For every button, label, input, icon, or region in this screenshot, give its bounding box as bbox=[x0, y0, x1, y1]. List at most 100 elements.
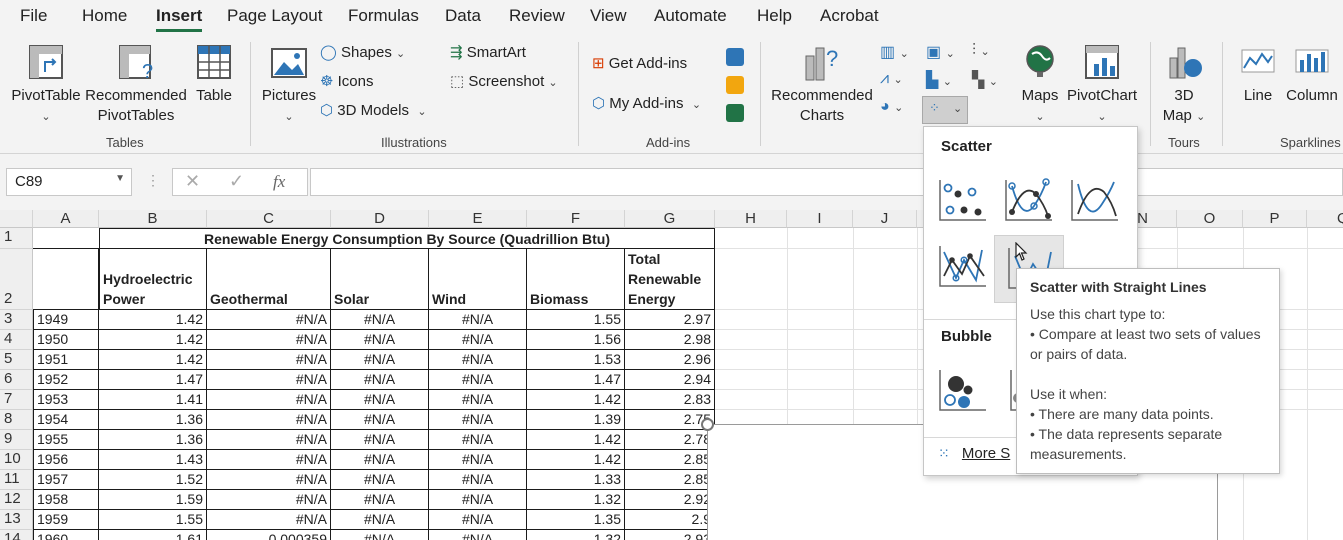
pivotchart-button[interactable]: PivotChart ⌄ bbox=[1066, 86, 1138, 127]
tab-file[interactable]: File bbox=[20, 6, 47, 26]
more-scatter-charts-link[interactable]: ⁙ More S bbox=[938, 445, 1010, 462]
cell-hydro[interactable]: 1.43 bbox=[99, 450, 207, 470]
resize-handle[interactable] bbox=[701, 418, 714, 431]
cell-total[interactable]: 2.92 bbox=[625, 490, 715, 510]
cell-geothermal[interactable]: #N/A bbox=[207, 450, 331, 470]
cell-biomass[interactable]: 1.42 bbox=[527, 450, 625, 470]
column-header[interactable]: A bbox=[33, 210, 99, 228]
scatter-option[interactable] bbox=[933, 169, 993, 229]
row-header[interactable]: 6 bbox=[0, 370, 33, 390]
cell-solar[interactable]: #N/A bbox=[331, 350, 429, 370]
tab-home[interactable]: Home bbox=[82, 6, 127, 26]
cell-total[interactable]: 2.9 bbox=[625, 510, 715, 530]
cancel-icon[interactable]: ✕ bbox=[185, 171, 200, 192]
cell-year[interactable]: 1959 bbox=[33, 510, 99, 530]
cell-wind[interactable]: #N/A bbox=[429, 450, 527, 470]
row-header[interactable]: 13 bbox=[0, 510, 33, 530]
cell-solar[interactable]: #N/A bbox=[331, 510, 429, 530]
cell-hydro[interactable]: 1.36 bbox=[99, 430, 207, 450]
table-button[interactable]: Table bbox=[192, 86, 236, 106]
cell-solar[interactable]: #N/A bbox=[331, 390, 429, 410]
cell-geothermal[interactable]: #N/A bbox=[207, 390, 331, 410]
confirm-icon[interactable]: ✓ bbox=[229, 171, 244, 192]
cell-year[interactable]: 1960 bbox=[33, 530, 99, 540]
cell-wind[interactable]: #N/A bbox=[429, 310, 527, 330]
cell-biomass[interactable]: 1.32 bbox=[527, 530, 625, 540]
cell-total[interactable]: 2.96 bbox=[625, 350, 715, 370]
scatter-smooth-markers-option[interactable] bbox=[999, 169, 1059, 229]
column-header[interactable]: O bbox=[1177, 210, 1243, 228]
cell-wind[interactable]: #N/A bbox=[429, 330, 527, 350]
cell-total[interactable]: 2.97 bbox=[625, 310, 715, 330]
header-wind[interactable]: Wind bbox=[429, 249, 527, 310]
row-header[interactable]: 2 bbox=[0, 249, 33, 310]
column-header[interactable]: G bbox=[625, 210, 715, 228]
cell-year[interactable]: 1952 bbox=[33, 370, 99, 390]
cell-total[interactable]: 2.78 bbox=[625, 430, 715, 450]
column-header[interactable]: C bbox=[207, 210, 331, 228]
cell-geothermal[interactable]: #N/A bbox=[207, 370, 331, 390]
cell-wind[interactable]: #N/A bbox=[429, 430, 527, 450]
column-header[interactable]: Q bbox=[1307, 210, 1343, 228]
scatter-smooth-lines-option[interactable] bbox=[1065, 169, 1125, 229]
cell-year[interactable]: 1958 bbox=[33, 490, 99, 510]
cell-biomass[interactable]: 1.39 bbox=[527, 410, 625, 430]
pie-chart-button[interactable]: ◕ ⌄ bbox=[880, 98, 903, 116]
formula-input[interactable] bbox=[310, 168, 1343, 196]
cell-solar[interactable]: #N/A bbox=[331, 370, 429, 390]
row-header[interactable]: 14 bbox=[0, 530, 33, 540]
3d-models-button[interactable]: ⬡ 3D Models ⌄ bbox=[320, 101, 427, 119]
select-all-corner[interactable] bbox=[0, 210, 33, 228]
get-addins-button[interactable]: ⊞ Get Add-ins bbox=[592, 54, 687, 72]
cell-wind[interactable]: #N/A bbox=[429, 490, 527, 510]
cell-hydro[interactable]: 1.55 bbox=[99, 510, 207, 530]
column-chart-button[interactable]: ▥ ⌄ bbox=[880, 42, 909, 62]
cell-wind[interactable]: #N/A bbox=[429, 510, 527, 530]
screenshot-button[interactable]: ⬚ Screenshot ⌄ bbox=[450, 72, 558, 90]
recommended-charts-button[interactable]: Recommended Charts bbox=[770, 86, 874, 126]
cell-wind[interactable]: #N/A bbox=[429, 350, 527, 370]
cell-geothermal[interactable]: #N/A bbox=[207, 470, 331, 490]
cell-hydro[interactable]: 1.42 bbox=[99, 330, 207, 350]
tab-insert[interactable]: Insert bbox=[156, 6, 203, 32]
row-header[interactable]: 4 bbox=[0, 330, 33, 350]
cell-year[interactable]: 1955 bbox=[33, 430, 99, 450]
line-chart-button[interactable]: ⩘ ⌄ bbox=[880, 70, 903, 88]
column-header[interactable]: F bbox=[527, 210, 625, 228]
cell-geothermal[interactable]: #N/A bbox=[207, 510, 331, 530]
combo-chart-button[interactable]: ▚ ⌄ bbox=[972, 70, 998, 90]
cell-geothermal[interactable]: #N/A bbox=[207, 310, 331, 330]
cell-a2[interactable] bbox=[33, 249, 99, 310]
header-total[interactable]: Total Renewable Energy bbox=[625, 249, 715, 310]
row-header[interactable]: 12 bbox=[0, 490, 33, 510]
row-header[interactable]: 5 bbox=[0, 350, 33, 370]
smartart-button[interactable]: ⇶ SmartArt bbox=[450, 43, 526, 61]
drag-handle-icon[interactable]: ⋮ bbox=[146, 172, 160, 189]
cell-year[interactable]: 1957 bbox=[33, 470, 99, 490]
sparkline-column-button[interactable]: Column bbox=[1282, 86, 1342, 106]
maps-button[interactable]: Maps ⌄ bbox=[1016, 86, 1064, 127]
tab-formulas[interactable]: Formulas bbox=[348, 6, 419, 26]
cell-solar[interactable]: #N/A bbox=[331, 450, 429, 470]
cell-biomass[interactable]: 1.55 bbox=[527, 310, 625, 330]
cell-hydro[interactable]: 1.61 bbox=[99, 530, 207, 540]
cell-geothermal[interactable]: #N/A bbox=[207, 410, 331, 430]
column-header[interactable]: E bbox=[429, 210, 527, 228]
pictures-button[interactable]: Pictures ⌄ bbox=[260, 86, 318, 127]
cell-wind[interactable]: #N/A bbox=[429, 390, 527, 410]
column-header[interactable]: D bbox=[331, 210, 429, 228]
cell-geothermal[interactable]: #N/A bbox=[207, 490, 331, 510]
row-header[interactable]: 1 bbox=[0, 228, 33, 249]
header-hydro[interactable]: Hydroelectric Power bbox=[99, 249, 207, 310]
cell-total[interactable]: 2.85 bbox=[625, 470, 715, 490]
row-header[interactable]: 3 bbox=[0, 310, 33, 330]
cell-solar[interactable]: #N/A bbox=[331, 310, 429, 330]
recommended-pivottables-button[interactable]: Recommended PivotTables bbox=[84, 86, 188, 126]
sparkline-line-button[interactable]: Line bbox=[1236, 86, 1280, 106]
cell-total[interactable]: 2.83 bbox=[625, 390, 715, 410]
cell-solar[interactable]: #N/A bbox=[331, 330, 429, 350]
cell-biomass[interactable]: 1.47 bbox=[527, 370, 625, 390]
column-header[interactable]: I bbox=[787, 210, 853, 228]
cell-year[interactable]: 1953 bbox=[33, 390, 99, 410]
cell-solar[interactable]: #N/A bbox=[331, 470, 429, 490]
